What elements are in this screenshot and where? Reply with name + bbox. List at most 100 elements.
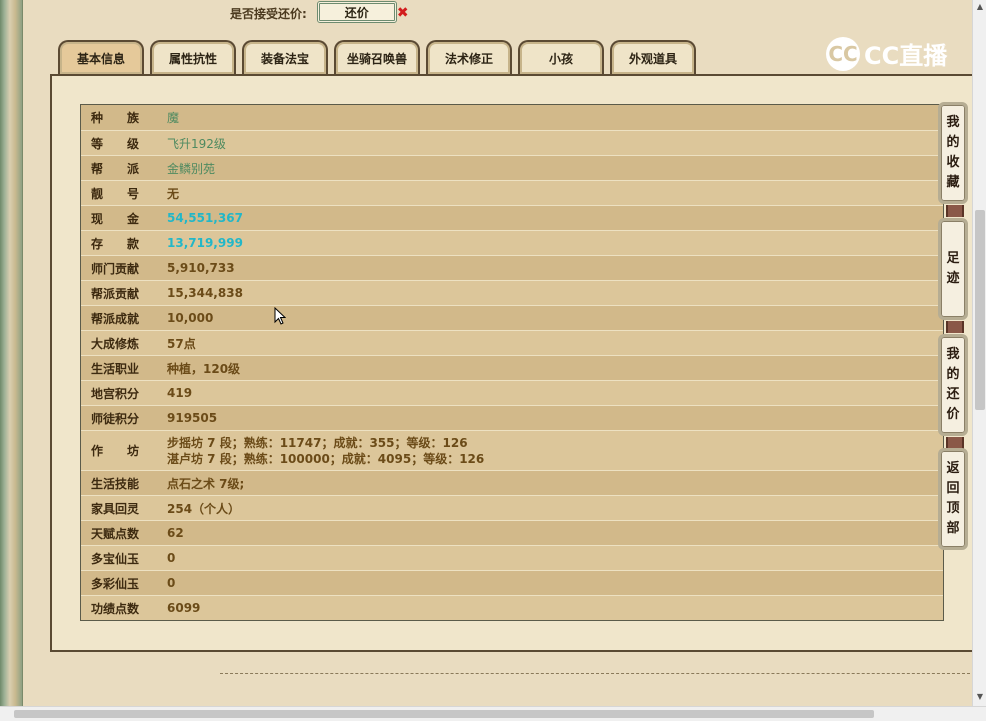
info-key: 生活职业 xyxy=(91,361,140,376)
info-row: 帮派贡献 15,344,838 xyxy=(81,280,943,305)
side-button-char: 收 xyxy=(946,155,960,170)
info-key: 帮派成就 xyxy=(91,311,140,326)
vertical-scroll-thumb[interactable] xyxy=(975,210,985,410)
info-value: 254（个人） xyxy=(167,501,241,516)
info-value: 飞升192级 xyxy=(167,136,226,151)
info-row: 生活职业 种植，120级 xyxy=(81,355,943,380)
divider xyxy=(220,673,970,674)
info-key: 种 族 xyxy=(91,111,140,125)
tab-6[interactable]: 外观道具 xyxy=(610,40,696,74)
tab-5[interactable]: 小孩 xyxy=(518,40,604,74)
info-value: 13,719,999 xyxy=(167,236,243,250)
info-key: 天赋点数 xyxy=(91,526,140,541)
info-key: 多宝仙玉 xyxy=(91,551,140,566)
info-key: 靓 号 xyxy=(91,186,140,201)
mouse-cursor-icon xyxy=(274,307,286,325)
info-value: 魔 xyxy=(167,111,180,125)
info-value: 无 xyxy=(167,186,180,201)
accept-counter-label: 是否接受还价: xyxy=(230,6,307,21)
scroll-up-icon[interactable]: ▲ xyxy=(973,0,986,14)
footprints-button[interactable]: 足迹 xyxy=(938,218,968,320)
counter-offer-button[interactable]: 还价 xyxy=(316,1,397,23)
info-value: 6099 xyxy=(167,601,201,615)
horizontal-scroll-thumb[interactable] xyxy=(14,710,874,718)
info-value: 54,551,367 xyxy=(167,211,243,225)
side-button-char: 顶 xyxy=(946,501,960,516)
side-button-char: 还 xyxy=(946,387,960,402)
side-button-char: 我 xyxy=(946,115,960,130)
info-row: 师门贡献 5,910,733 xyxy=(81,255,943,280)
info-value: 62 xyxy=(167,526,184,540)
info-value: 10,000 xyxy=(167,311,214,325)
left-decorative-rail xyxy=(0,0,23,706)
close-icon[interactable]: ✖ xyxy=(397,5,409,21)
tab-4[interactable]: 法术修正 xyxy=(426,40,512,74)
info-value: 0 xyxy=(167,551,176,565)
button-connector xyxy=(946,321,964,333)
info-row: 等 级 飞升192级 xyxy=(81,130,943,155)
tab-2[interactable]: 装备法宝 xyxy=(242,40,328,74)
side-button-char: 的 xyxy=(946,367,960,382)
scroll-down-icon[interactable]: ▼ xyxy=(973,690,986,704)
cc-live-watermark: CC CC直播 xyxy=(826,36,947,71)
info-key: 生活技能 xyxy=(91,476,140,491)
info-row: 作 坊 步摇坊 7 段；熟练：11747；成就：355；等级：126 湛卢坊 7 段… xyxy=(81,430,943,470)
info-key: 地宫积分 xyxy=(91,386,140,401)
side-button-char: 足 xyxy=(946,251,960,266)
info-key: 等 级 xyxy=(91,136,140,151)
workshop-line: 湛卢坊 7 段；熟练：100000；成就：4095；等级：126 xyxy=(167,451,485,466)
info-key: 帮派贡献 xyxy=(91,286,140,301)
cc-logo-icon: CC xyxy=(826,36,860,71)
info-key: 家具回灵 xyxy=(91,501,140,516)
vertical-scrollbar[interactable]: ▲ ▼ xyxy=(972,0,986,706)
info-row: 种 族魔 xyxy=(81,105,943,130)
tab-1[interactable]: 属性抗性 xyxy=(150,40,236,74)
info-row: 生活技能 点石之术 7级; xyxy=(81,470,943,495)
info-key: 功绩点数 xyxy=(91,601,140,616)
info-row: 功绩点数 6099 xyxy=(81,595,943,620)
workshop-line: 步摇坊 7 段；熟练：11747；成就：355；等级：126 xyxy=(167,435,468,450)
info-key: 帮 派 xyxy=(91,161,140,176)
info-value: 57点 xyxy=(167,336,196,351)
info-row: 家具回灵 254（个人） xyxy=(81,495,943,520)
my-favorites-button[interactable]: 我的收藏 xyxy=(938,102,968,204)
info-row: 大成修炼 57点 xyxy=(81,330,943,355)
my-counter-offers-button[interactable]: 我的还价 xyxy=(938,334,968,436)
button-connector xyxy=(946,205,964,217)
info-key: 现 金 xyxy=(91,211,140,226)
info-value: 919505 xyxy=(167,411,218,425)
info-row: 多宝仙玉 0 xyxy=(81,545,943,570)
back-to-top-button[interactable]: 返回顶部 xyxy=(938,448,968,550)
side-button-char: 的 xyxy=(946,135,960,150)
info-key: 存 款 xyxy=(91,236,140,251)
info-row: 存 款 13,719,999 xyxy=(81,230,943,255)
info-value: 金鳞别苑 xyxy=(167,161,216,176)
info-row: 天赋点数 62 xyxy=(81,520,943,545)
side-button-char: 价 xyxy=(946,407,960,422)
info-value: 点石之术 7级; xyxy=(167,476,245,491)
info-row: 师徒积分 919505 xyxy=(81,405,943,430)
side-button-char: 返 xyxy=(946,461,960,476)
side-button-char: 部 xyxy=(946,521,960,536)
info-key: 师门贡献 xyxy=(91,261,140,276)
info-value: 种植，120级 xyxy=(167,361,241,376)
side-button-char: 藏 xyxy=(946,175,960,190)
tab-bar: 基本信息 属性抗性 装备法宝 坐骑召唤兽 法术修正 小孩 外观道具 xyxy=(58,40,696,74)
info-value: 步摇坊 7 段；熟练：11747；成就：355；等级：126 湛卢坊 7 段；熟练… xyxy=(167,435,484,467)
tab-3[interactable]: 坐骑召唤兽 xyxy=(334,40,420,74)
side-button-char: 迹 xyxy=(946,271,960,286)
info-row: 帮派成就 10,000 xyxy=(81,305,943,330)
info-row: 帮 派 金鳞别苑 xyxy=(81,155,943,180)
info-key: 大成修炼 xyxy=(91,336,140,351)
side-button-char: 回 xyxy=(946,481,960,496)
counter-offer-bar: 是否接受还价: 还价 ✖ xyxy=(230,0,409,26)
info-value: 419 xyxy=(167,386,193,400)
horizontal-scrollbar[interactable] xyxy=(0,706,986,721)
info-row: 现 金 54,551,367 xyxy=(81,205,943,230)
info-row: 地宫积分 419 xyxy=(81,380,943,405)
basic-info-table: 种 族 魔等 级 飞升192级帮 派 金鳞别苑靓 号 无现 金 54,551,367 存 款… xyxy=(80,104,944,621)
info-row: 多彩仙玉 0 xyxy=(81,570,943,595)
tab-0[interactable]: 基本信息 xyxy=(58,40,144,74)
info-key: 作 坊 xyxy=(91,444,140,458)
info-key: 师徒积分 xyxy=(91,411,140,426)
